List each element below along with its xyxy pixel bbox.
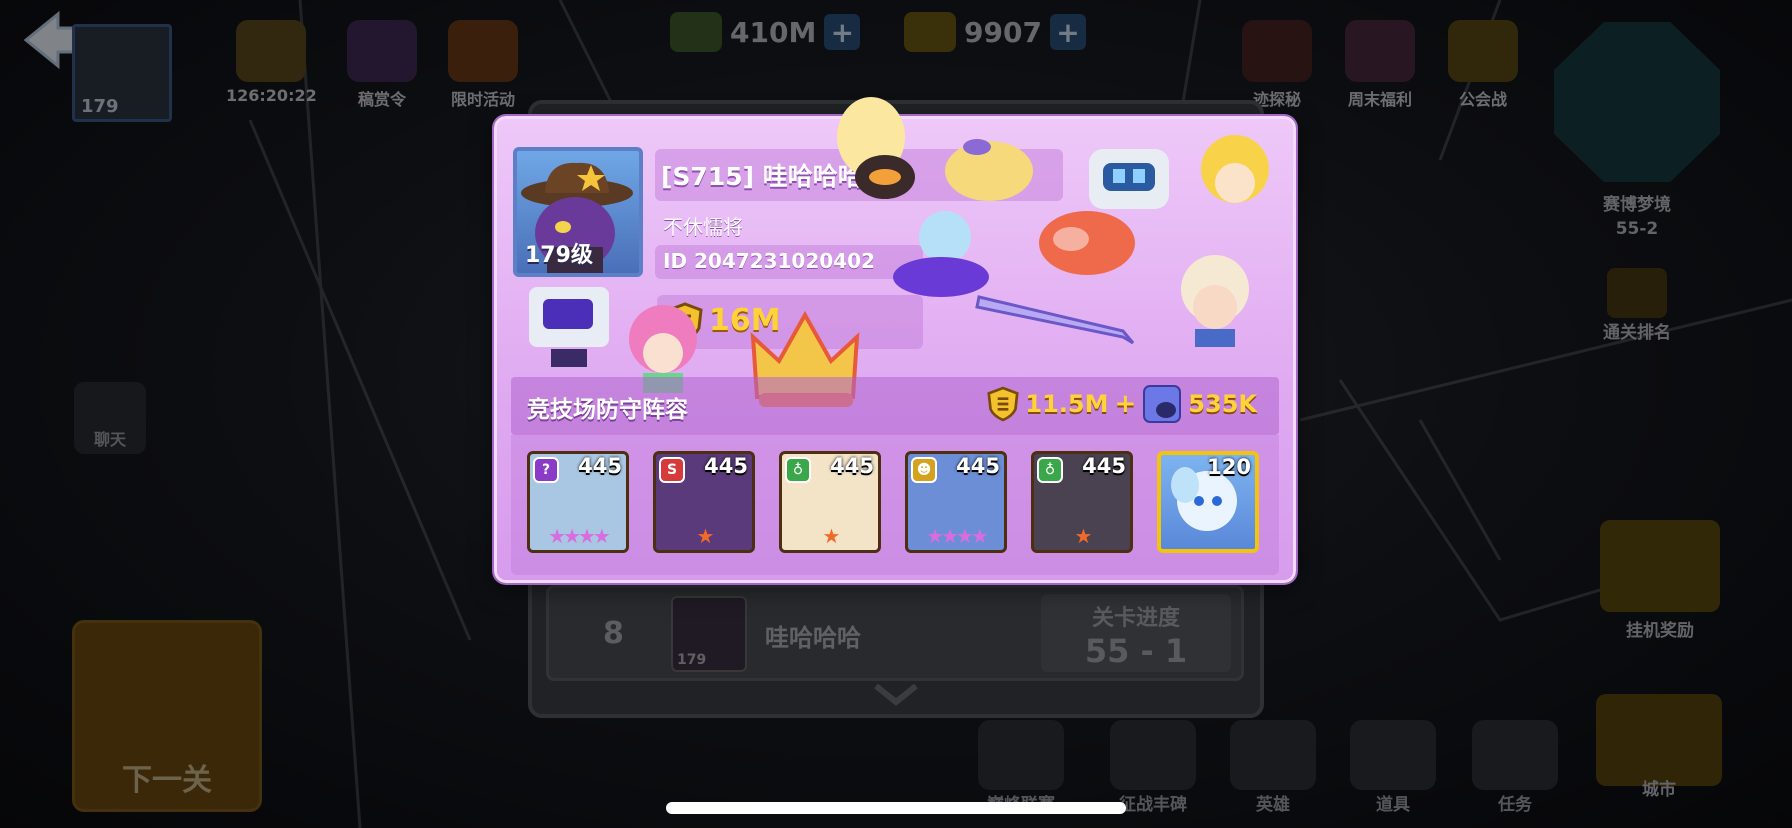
sleepy-moon-icon — [945, 139, 1033, 201]
home-indicator[interactable] — [666, 802, 1126, 814]
player-profile-popup: 179级 [S715] 哇哈哈哈 不休懦将 ID 2047231020402 1… — [494, 97, 1296, 583]
hero-class-icon: ♁ — [785, 457, 811, 483]
hero-card[interactable]: ☻ 445 ★★★★ — [905, 451, 1007, 553]
hero-class-icon: S — [659, 457, 685, 483]
arena-pet-power: 535K — [1188, 390, 1257, 418]
blonde-girl-icon — [1201, 135, 1269, 203]
hero-card[interactable]: ♁ 445 ★ — [1031, 451, 1133, 553]
pet-card[interactable]: 120 — [1157, 451, 1259, 553]
white-hair-boy-icon — [1181, 255, 1249, 347]
hero-star-rating: ★ — [1074, 524, 1093, 548]
arena-plus-sign: + — [1114, 389, 1137, 419]
arena-power-summary: 11.5M + 535K — [987, 384, 1257, 424]
hero-level: 445 — [956, 454, 1000, 478]
crystal-blade-icon — [975, 295, 1135, 345]
hero-star-rating: ★ — [822, 524, 841, 548]
profile-level: 179级 — [525, 243, 593, 268]
hero-level: 445 — [1082, 454, 1126, 478]
hero-star-rating: ★★★★ — [548, 524, 611, 548]
hero-card[interactable]: ? 445 ★★★★ — [527, 451, 629, 553]
pet-power-icon — [1143, 385, 1182, 423]
profile-avatar: 179级 — [513, 147, 643, 277]
hero-star-rating: ★ — [696, 524, 715, 548]
profile-id[interactable]: ID 2047231020402 — [663, 249, 875, 273]
hero-level: 445 — [578, 454, 622, 478]
shield-icon — [987, 386, 1020, 422]
fire-fish-icon — [1039, 211, 1135, 275]
pet-level: 120 — [1207, 455, 1251, 479]
hero-star-rating: ★★★★ — [926, 524, 989, 548]
arena-defense-label: 竞技场防守阵容 — [527, 397, 688, 423]
hero-card[interactable]: S 445 ★ — [653, 451, 755, 553]
cube-robot-icon — [529, 287, 609, 367]
hero-card[interactable]: ♁ 445 ★ — [779, 451, 881, 553]
hero-level: 445 — [704, 454, 748, 478]
hero-class-icon: ☻ — [911, 457, 937, 483]
hero-level: 445 — [830, 454, 874, 478]
profile-title: 不休懦将 — [663, 215, 743, 239]
hero-class-icon: ? — [533, 457, 559, 483]
hero-class-icon: ♁ — [1037, 457, 1063, 483]
flame-mascot-icon — [837, 97, 915, 199]
arena-hero-power: 11.5M — [1025, 390, 1109, 418]
